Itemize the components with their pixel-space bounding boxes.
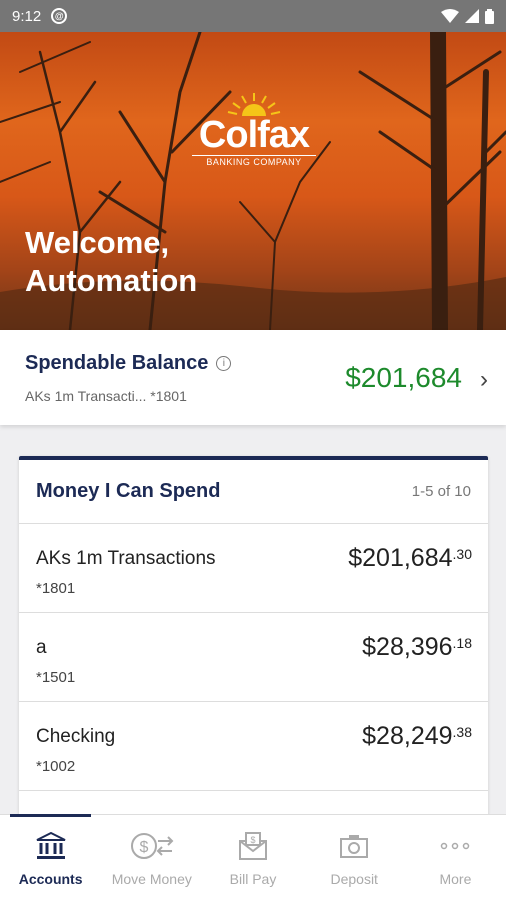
account-number: *1801 [36,580,76,597]
balance-cents: .30 [452,546,472,562]
account-row[interactable]: a *1501 $28,396.18 [19,613,488,702]
nav-more[interactable]: More [405,815,506,900]
chevron-right-icon[interactable]: › [480,366,488,394]
card-title: Money I Can Spend [36,480,221,502]
spendable-account: AKs 1m Transacti... *1801 [25,388,187,404]
spendable-title-text: Spendable Balance [25,352,209,374]
status-time: 9:12 [12,7,42,25]
balance-whole: $201,684 [348,544,453,572]
account-number: *1002 [36,758,76,775]
nav-label: More [439,871,472,887]
account-balance: $201,684.30 [348,544,472,573]
pagination-count: 1-5 of 10 [411,483,471,500]
account-balance: $28,249.38 [362,722,472,751]
balance-cents: .18 [452,635,472,651]
hero-banner: Colfax BANKING COMPANY Welcome, Automati… [0,32,506,330]
battery-icon [485,8,494,24]
sun-logo-icon [227,93,281,116]
nav-label: Move Money [111,871,192,887]
camera-icon [339,829,369,863]
card-header: Money I Can Spend 1-5 of 10 [19,460,488,524]
nav-label: Deposit [330,871,378,887]
info-icon[interactable]: i [216,356,232,371]
nav-accounts[interactable]: Accounts [0,814,101,900]
spendable-amount: $201,684 [345,362,462,393]
svg-text:$: $ [250,835,255,845]
more-dots-icon [440,829,470,863]
welcome-username: Automation [25,263,198,298]
transfer-icon: $ [130,829,174,863]
account-balance: $28,396.18 [362,633,472,662]
brand-name: Colfax [198,114,310,156]
bank-icon [36,829,66,863]
brand-subtitle: BANKING COMPANY [192,155,316,167]
welcome-message: Welcome, Automation [25,224,197,300]
notification-icon: @ [51,8,68,24]
signal-icon [465,9,479,23]
status-bar: 9:12 @ [0,0,506,32]
bill-envelope-icon: $ [238,829,268,863]
spendable-balance-panel[interactable]: Spendable Balance i AKs 1m Transacti... … [0,330,506,425]
balance-whole: $28,249 [362,722,453,750]
account-name: AKs 1m Transactions [36,548,216,569]
account-number: *1501 [36,669,76,686]
account-row-partial[interactable] [19,791,488,816]
nav-label: Accounts [18,871,83,887]
bottom-navigation: Accounts $ Move Money $ Bill Pay Deposit… [0,814,506,900]
balance-whole: $28,396 [362,633,453,661]
account-row[interactable]: AKs 1m Transactions *1801 $201,684.30 [19,524,488,613]
money-i-can-spend-card: Money I Can Spend 1-5 of 10 AKs 1m Trans… [19,456,488,816]
status-icons [441,8,494,24]
welcome-line1: Welcome, [25,225,170,260]
wifi-icon [441,9,459,23]
balance-cents: .38 [452,724,472,740]
nav-label: Bill Pay [229,871,277,887]
account-name: a [36,637,47,658]
nav-bill-pay[interactable]: $ Bill Pay [202,815,303,900]
spendable-title: Spendable Balance i [25,352,232,375]
account-row[interactable]: Checking *1002 $28,249.38 [19,702,488,791]
nav-move-money[interactable]: $ Move Money [101,815,202,900]
svg-text:$: $ [139,839,148,856]
account-name: Checking [36,726,116,747]
nav-deposit[interactable]: Deposit [304,815,405,900]
